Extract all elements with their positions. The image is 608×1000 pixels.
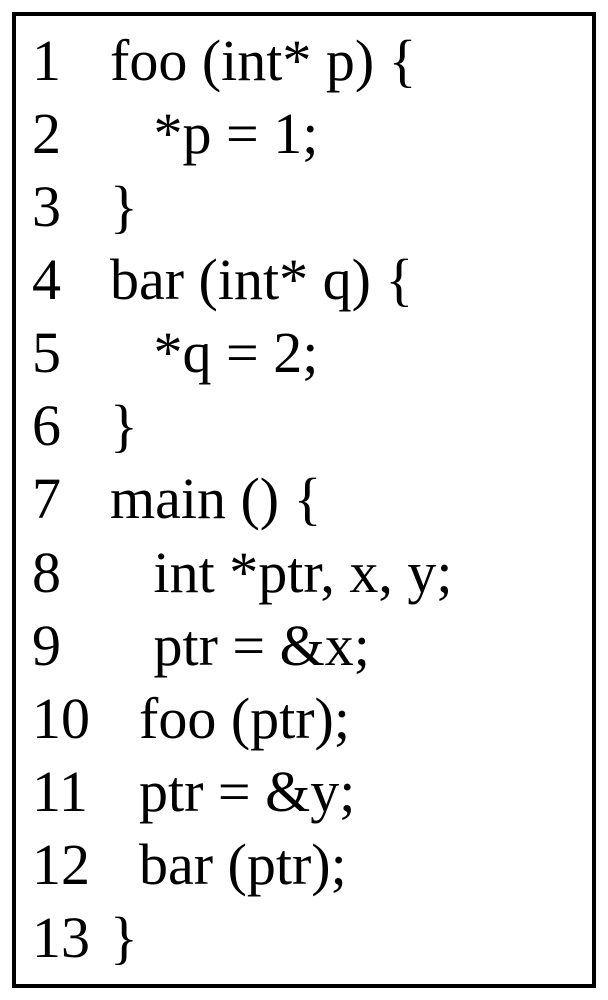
line-number: 3 xyxy=(32,170,110,243)
code-content: *q = 2; xyxy=(110,316,318,389)
code-line: 13 } xyxy=(32,901,576,974)
code-content: main () { xyxy=(110,462,321,535)
code-line: 8 int *ptr, x, y; xyxy=(32,536,576,609)
code-content: bar (ptr); xyxy=(110,828,347,901)
code-line: 12 bar (ptr); xyxy=(32,828,576,901)
line-number: 13 xyxy=(32,901,110,974)
code-line: 9 ptr = &x; xyxy=(32,609,576,682)
code-line: 6 } xyxy=(32,389,576,462)
code-line: 7 main () { xyxy=(32,462,576,535)
code-line: 4 bar (int* q) { xyxy=(32,243,576,316)
code-listing-container: 1 foo (int* p) { 2 *p = 1; 3 } 4 bar (in… xyxy=(12,12,596,988)
code-content: } xyxy=(110,901,138,974)
line-number: 10 xyxy=(32,682,110,755)
line-number: 8 xyxy=(32,536,110,609)
code-content: *p = 1; xyxy=(110,97,318,170)
code-line: 10 foo (ptr); xyxy=(32,682,576,755)
line-number: 4 xyxy=(32,243,110,316)
code-line: 1 foo (int* p) { xyxy=(32,24,576,97)
line-number: 1 xyxy=(32,24,110,97)
code-content: } xyxy=(110,170,138,243)
code-line: 5 *q = 2; xyxy=(32,316,576,389)
line-number: 2 xyxy=(32,97,110,170)
code-content: foo (int* p) { xyxy=(110,24,417,97)
code-content: int *ptr, x, y; xyxy=(110,536,452,609)
code-content: ptr = &x; xyxy=(110,609,370,682)
code-content: bar (int* q) { xyxy=(110,243,413,316)
line-number: 12 xyxy=(32,828,110,901)
code-content: ptr = &y; xyxy=(110,755,355,828)
line-number: 5 xyxy=(32,316,110,389)
line-number: 7 xyxy=(32,462,110,535)
code-line: 11 ptr = &y; xyxy=(32,755,576,828)
code-content: } xyxy=(110,389,138,462)
line-number: 11 xyxy=(32,755,110,828)
line-number: 6 xyxy=(32,389,110,462)
code-line: 2 *p = 1; xyxy=(32,97,576,170)
code-content: foo (ptr); xyxy=(110,682,350,755)
code-line: 3 } xyxy=(32,170,576,243)
line-number: 9 xyxy=(32,609,110,682)
